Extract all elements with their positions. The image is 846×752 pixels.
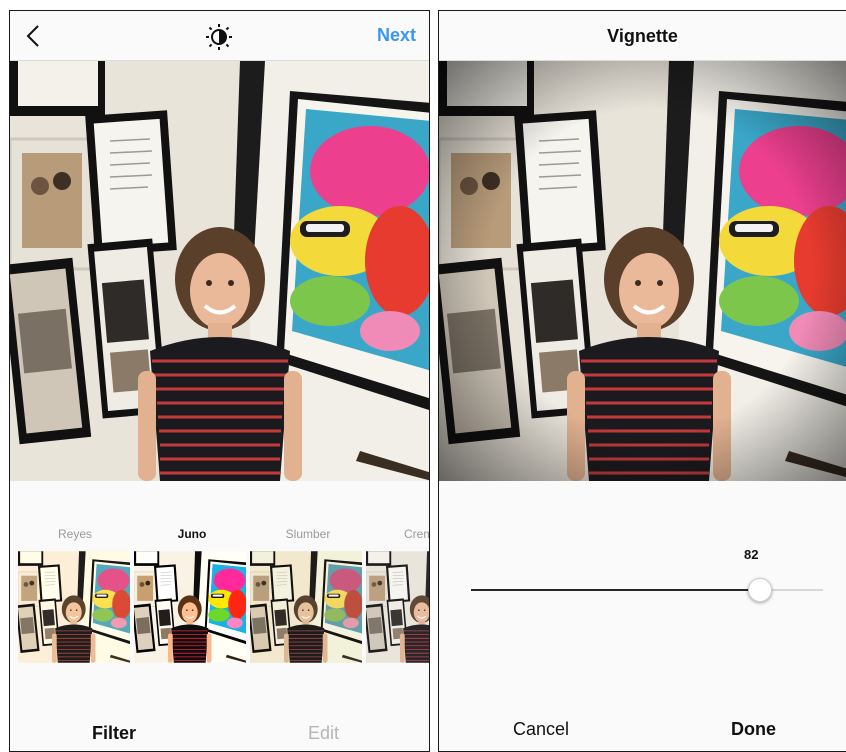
filter-thumb-juno[interactable] xyxy=(134,551,246,663)
filter-header: Next xyxy=(10,11,429,61)
filter-thumbnail-strip[interactable] xyxy=(10,551,429,663)
filter-label-crema[interactable]: Crema xyxy=(366,527,429,541)
slider-fill xyxy=(471,589,760,591)
next-button[interactable]: Next xyxy=(377,25,416,46)
slider-value: 82 xyxy=(744,547,759,562)
vignette-header: Vignette xyxy=(439,11,846,61)
tab-filter[interactable]: Filter xyxy=(92,723,136,744)
filter-screen: Next Reyes Juno Slumber Crema Filter Edi… xyxy=(9,10,430,752)
filter-thumb-slumber[interactable] xyxy=(250,551,362,663)
photo-preview xyxy=(10,61,429,481)
filter-thumb-crema[interactable] xyxy=(366,551,429,663)
vignette-slider[interactable] xyxy=(471,578,823,602)
done-button[interactable]: Done xyxy=(731,719,776,740)
page-title: Vignette xyxy=(607,26,678,46)
lux-sun-icon[interactable] xyxy=(205,23,233,51)
slider-thumb[interactable] xyxy=(748,578,772,602)
cancel-button[interactable]: Cancel xyxy=(513,719,569,740)
photo-preview-vignette xyxy=(439,61,846,481)
filter-label-reyes[interactable]: Reyes xyxy=(17,527,133,541)
filter-label-slumber[interactable]: Slumber xyxy=(250,527,366,541)
filter-thumb-reyes[interactable] xyxy=(18,551,130,663)
chevron-left-icon[interactable] xyxy=(22,23,48,49)
vignette-screen: Vignette 82 Cancel Done xyxy=(438,10,846,752)
filter-label-juno[interactable]: Juno xyxy=(134,527,250,541)
filter-label-row: Reyes Juno Slumber Crema xyxy=(10,527,429,545)
tab-edit[interactable]: Edit xyxy=(308,723,339,744)
